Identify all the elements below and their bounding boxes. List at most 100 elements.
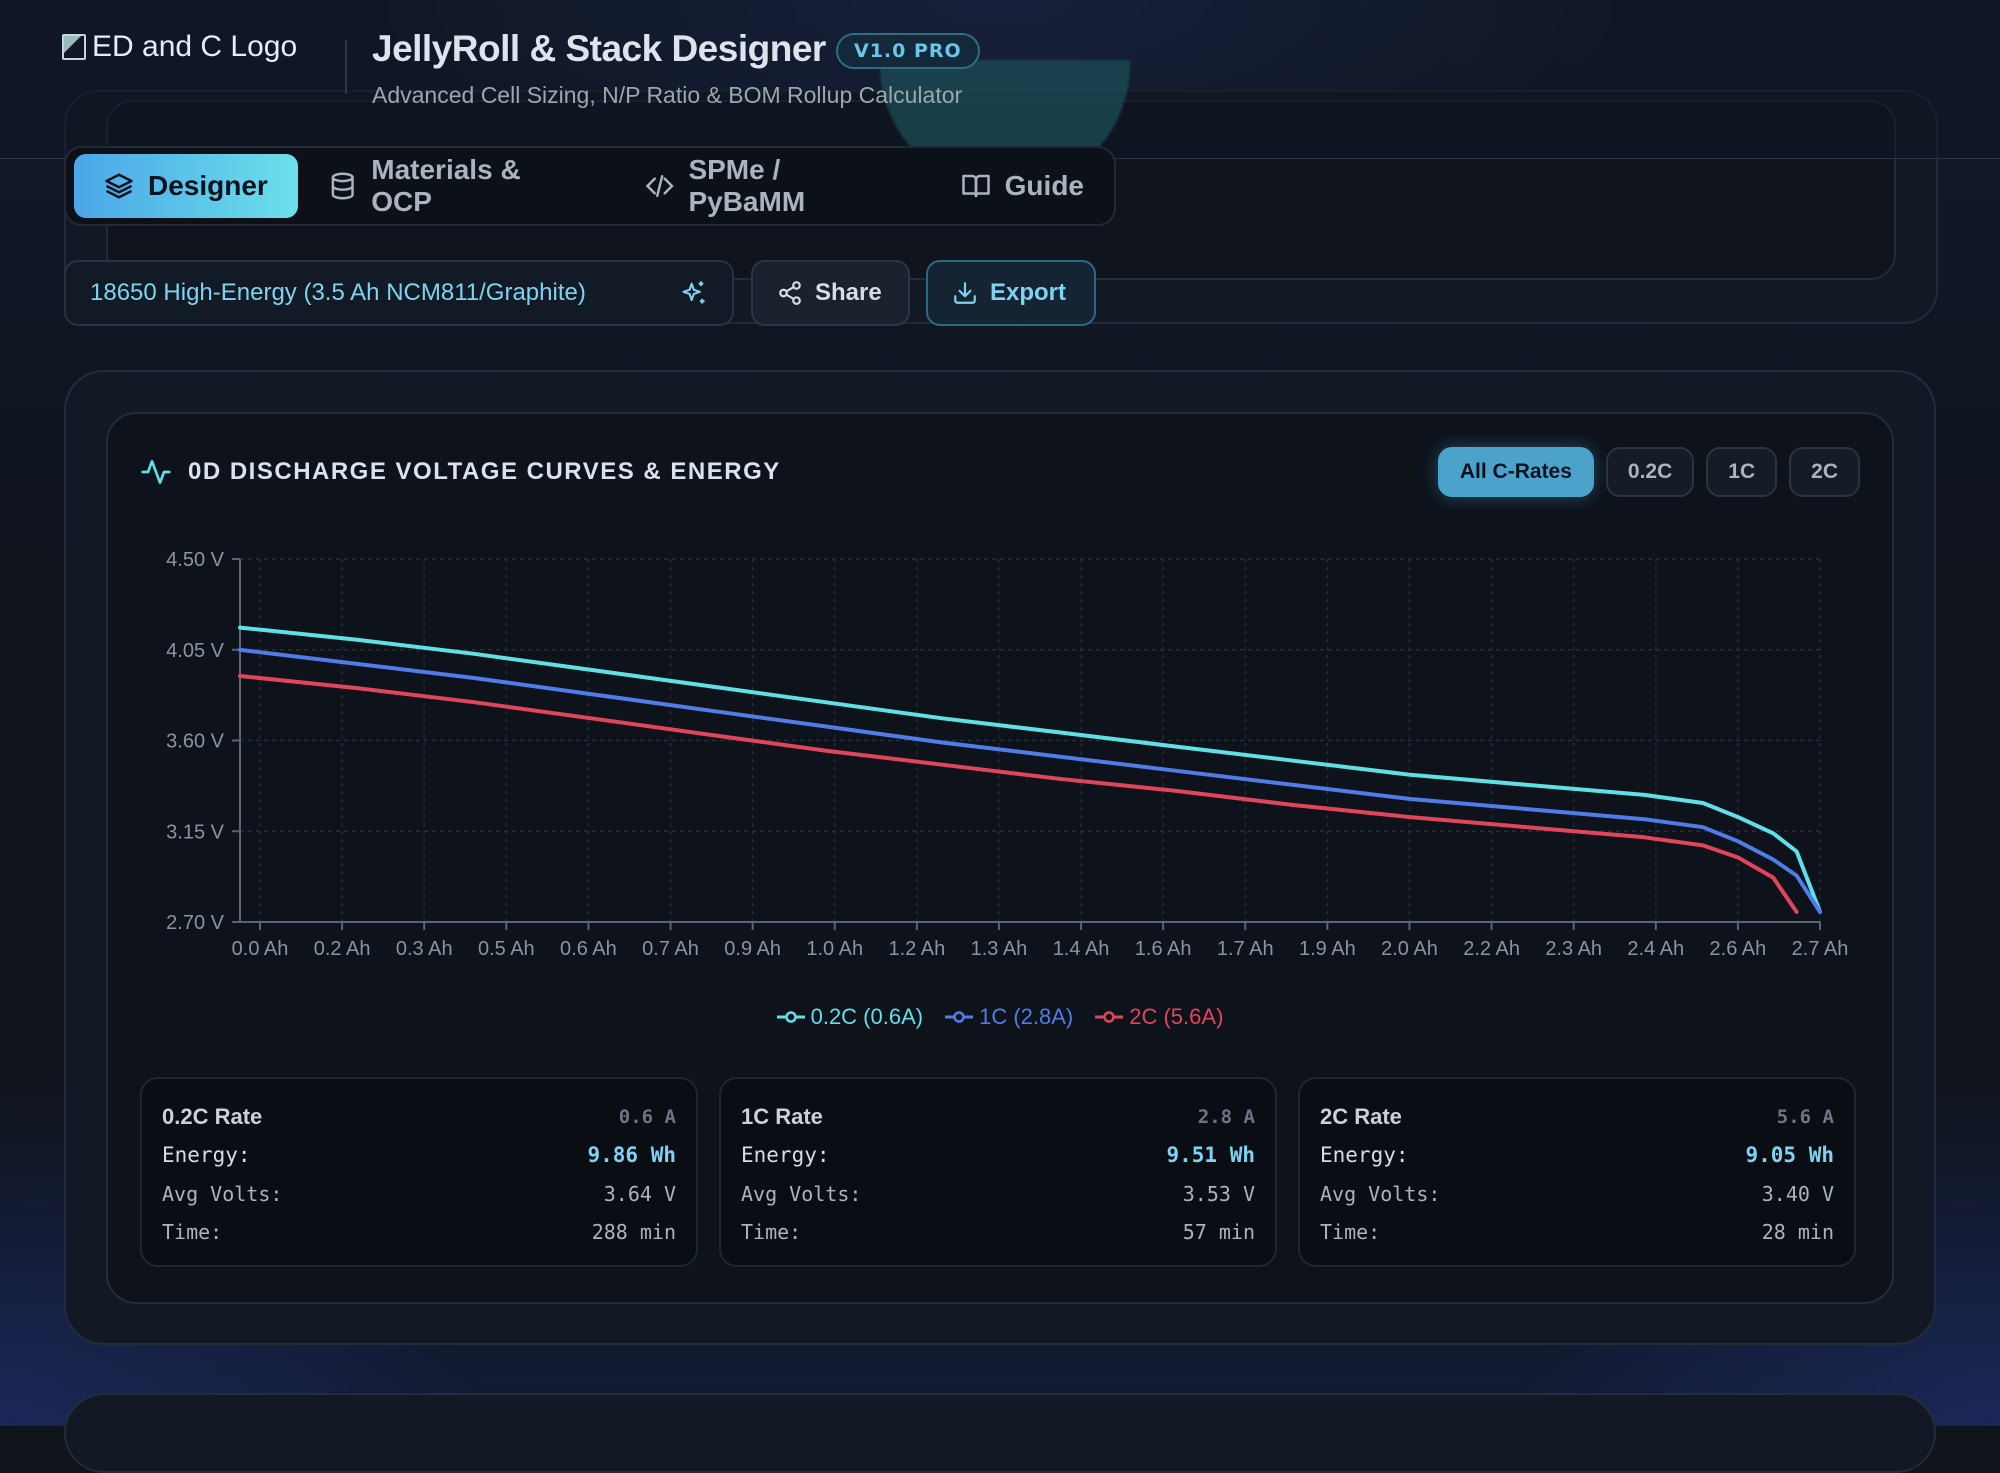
export-button[interactable]: Export	[926, 260, 1096, 326]
stat-avg-volts: 3.53 V	[1182, 1182, 1255, 1206]
x-tick-label: 0.9 Ah	[724, 938, 781, 960]
stat-amps: 2.8 A	[1197, 1106, 1255, 1128]
stat-energy: 9.05 Wh	[1745, 1143, 1834, 1167]
chart-legend: 0.2C (0.6A) 1C (2.8A) 2C (5.6A)	[0, 1004, 2000, 1030]
export-label: Export	[990, 279, 1067, 306]
x-tick-label: 1.3 Ah	[971, 938, 1028, 960]
stat-rate: 1C Rate	[741, 1104, 823, 1129]
series-line-0	[238, 625, 1822, 914]
discharge-voltage-chart: 4.50 V 4.05 V 3.60 V 3.15 V 2.70 V 0.0 Ah 0.2 …	[166, 549, 1849, 960]
stat-energy-label: Energy:	[741, 1143, 830, 1167]
book-icon	[961, 174, 990, 198]
tab-guide[interactable]: Guide	[931, 154, 1114, 218]
download-icon	[954, 282, 976, 304]
stat-time-label: Time:	[741, 1220, 802, 1244]
x-tick-label: 2.7 Ah	[1792, 938, 1849, 960]
x-tick-label: 2.0 Ah	[1381, 938, 1438, 960]
layers-icon	[105, 173, 133, 199]
x-tick-label: 0.2 Ah	[314, 938, 371, 960]
rate-filter-all[interactable]: All C-Rates	[1437, 447, 1594, 497]
legend-item[interactable]: 2C (5.6A)	[1095, 1004, 1223, 1030]
rate-filter-0-2c[interactable]: 0.2C	[1605, 447, 1695, 497]
stat-avg-label: Avg Volts:	[1320, 1182, 1441, 1206]
y-tick-label: 3.60 V	[166, 731, 224, 753]
series-line-2	[238, 674, 1799, 914]
preset-value: 18650 High-Energy (3.5 Ah NCM811/Graphit…	[90, 279, 586, 306]
database-icon	[331, 172, 354, 200]
x-tick-label: 1.2 Ah	[888, 938, 945, 960]
rate-stat-card: 1C Rate 2.8 A Energy: 9.51 Wh Avg Volts: 3.…	[719, 1077, 1277, 1267]
stat-avg-volts: 3.64 V	[603, 1182, 676, 1206]
x-tick-label: 1.9 Ah	[1299, 938, 1356, 960]
rate-filter-2c[interactable]: 2C	[1789, 447, 1860, 497]
share-button[interactable]: Share	[751, 260, 910, 326]
legend-item[interactable]: 0.2C (0.6A)	[776, 1004, 924, 1030]
activity-icon	[141, 460, 171, 484]
header-divider	[345, 40, 347, 94]
rate-stat-card: 0.2C Rate 0.6 A Energy: 9.86 Wh Avg Volts:…	[140, 1077, 698, 1267]
stat-rate: 2C Rate	[1320, 1104, 1402, 1129]
x-tick-label: 0.6 Ah	[560, 938, 617, 960]
stat-time: 57 min	[1182, 1220, 1255, 1244]
broken-image-icon	[62, 34, 86, 60]
rate-filter-1c[interactable]: 1C	[1706, 447, 1778, 497]
x-tick-label: 1.7 Ah	[1217, 938, 1274, 960]
share-icon	[779, 281, 801, 305]
y-tick-label: 3.15 V	[166, 821, 224, 843]
stat-time: 288 min	[591, 1220, 676, 1244]
panel-title: 0D DISCHARGE VOLTAGE CURVES & ENERGY	[140, 456, 781, 488]
x-tick-label: 2.2 Ah	[1463, 938, 1520, 960]
stat-time-label: Time:	[162, 1220, 223, 1244]
tab-label: Guide	[1004, 170, 1084, 201]
next-section-card	[64, 1393, 1936, 1473]
x-tick-label: 1.0 Ah	[806, 938, 863, 960]
series-line-1	[238, 647, 1822, 914]
x-tick-label: 0.7 Ah	[642, 938, 699, 960]
tab-materials[interactable]: Materials & OCP	[298, 154, 615, 218]
rate-stat-card: 2C Rate 5.6 A Energy: 9.05 Wh Avg Volts: 3.…	[1298, 1077, 1856, 1267]
stat-energy-label: Energy:	[1320, 1143, 1409, 1167]
legend-marker-icon	[776, 1011, 805, 1023]
x-tick-label: 0.0 Ah	[232, 938, 289, 960]
y-tick-label: 4.05 V	[166, 640, 224, 662]
rate-filter-group: All C-Rates 0.2C 1C 2C	[1437, 447, 1860, 497]
tab-label: SPMe / PyBaMM	[688, 154, 806, 217]
tab-label: Designer	[148, 170, 268, 201]
logo[interactable]: ED and C Logo	[62, 30, 297, 64]
app-header: ED and C Logo JellyRoll & Stack Designer…	[0, 0, 2000, 159]
legend-item[interactable]: 1C (2.8A)	[945, 1004, 1073, 1030]
x-tick-label: 0.3 Ah	[396, 938, 453, 960]
stat-avg-label: Avg Volts:	[162, 1182, 283, 1206]
tab-designer[interactable]: Designer	[74, 154, 298, 218]
x-tick-label: 2.6 Ah	[1710, 938, 1767, 960]
x-tick-label: 2.4 Ah	[1627, 938, 1684, 960]
legend-label: 1C (2.8A)	[979, 1004, 1074, 1029]
panel-title-text: 0D DISCHARGE VOLTAGE CURVES & ENERGY	[188, 458, 781, 485]
x-tick-label: 2.3 Ah	[1545, 938, 1602, 960]
logo-alt-text: ED and C Logo	[92, 30, 298, 63]
legend-marker-icon	[945, 1011, 974, 1023]
stat-amps: 5.6 A	[1776, 1106, 1834, 1128]
x-tick-label: 0.5 Ah	[478, 938, 535, 960]
x-tick-label: 1.6 Ah	[1135, 938, 1192, 960]
sparkles-icon	[682, 281, 705, 304]
stat-energy: 9.86 Wh	[587, 1143, 676, 1167]
app-subtitle: Advanced Cell Sizing, N/P Ratio & BOM Ro…	[372, 82, 963, 108]
legend-marker-icon	[1095, 1011, 1124, 1023]
stat-time-label: Time:	[1320, 1220, 1381, 1244]
y-tick-label: 2.70 V	[166, 912, 224, 934]
tab-spme[interactable]: SPMe / PyBaMM	[615, 154, 931, 218]
stat-amps: 0.6 A	[618, 1106, 676, 1128]
stat-energy-label: Energy:	[162, 1143, 251, 1167]
stat-avg-volts: 3.40 V	[1761, 1182, 1834, 1206]
stat-avg-label: Avg Volts:	[741, 1182, 862, 1206]
stat-rate: 0.2C Rate	[162, 1104, 263, 1129]
share-label: Share	[815, 279, 882, 306]
app-title: JellyRoll & Stack Designer	[372, 28, 826, 69]
x-tick-label: 1.4 Ah	[1053, 938, 1110, 960]
y-tick-label: 4.50 V	[166, 549, 224, 571]
legend-label: 2C (5.6A)	[1129, 1004, 1224, 1029]
legend-label: 0.2C (0.6A)	[810, 1004, 924, 1029]
stat-energy: 9.51 Wh	[1166, 1143, 1255, 1167]
preset-select[interactable]: 18650 High-Energy (3.5 Ah NCM811/Graphit…	[64, 260, 734, 326]
